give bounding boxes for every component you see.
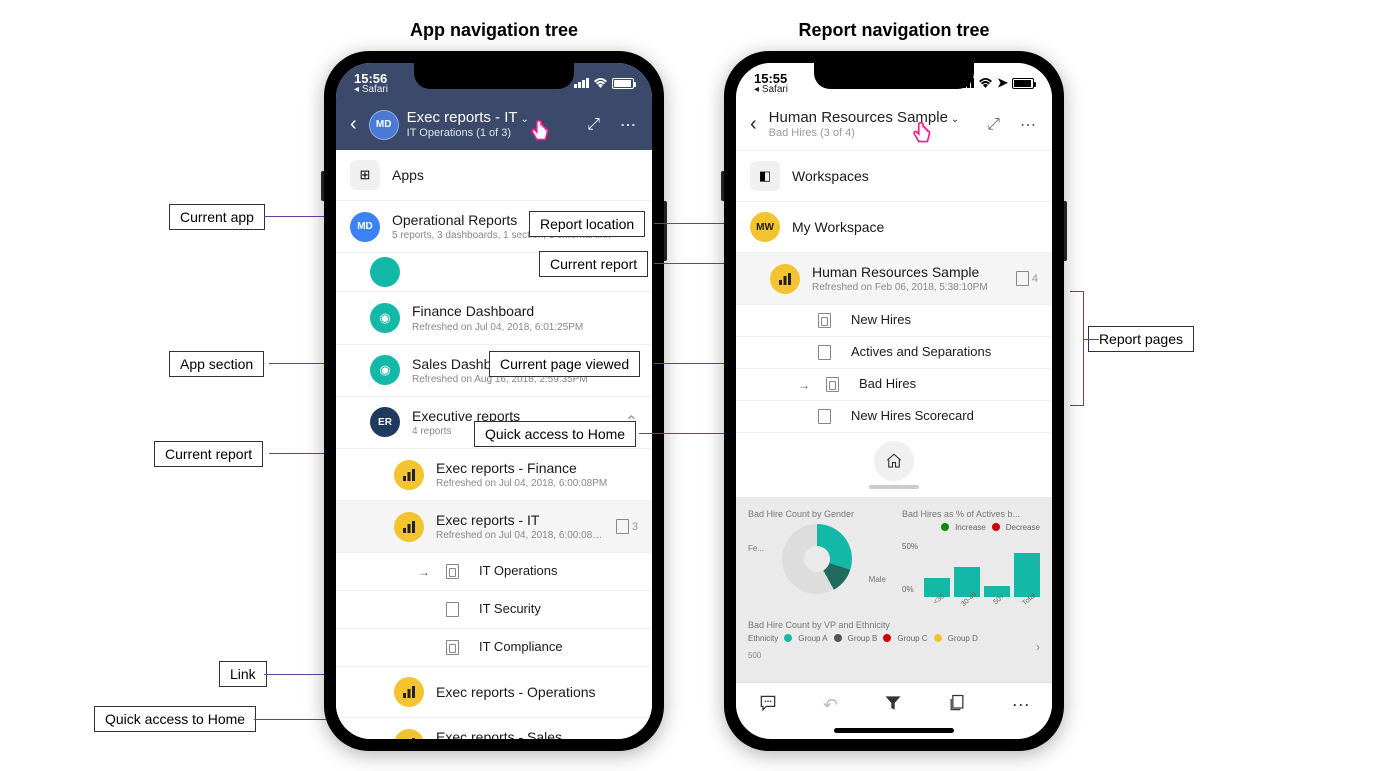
bottom-toolbar: ↶ ⋯: [736, 682, 1052, 724]
page-it-compliance[interactable]: IT Compliance: [336, 629, 652, 667]
callout-current-report-2: Current report: [539, 251, 648, 277]
report-header: ‹ Human Resources Sample⌄ Bad Hires (3 o…: [736, 103, 1052, 151]
dashboard-icon: [370, 257, 400, 287]
signal-icon: [574, 78, 589, 88]
chevron-down-icon: ⌄: [951, 114, 959, 125]
report-exec-it[interactable]: Exec reports - ITRefreshed on Jul 04, 20…: [336, 501, 652, 553]
callout-link: Link: [219, 661, 267, 687]
report-icon: [394, 460, 424, 490]
callout-line: [1084, 339, 1099, 340]
page-bad-hires[interactable]: → Bad Hires: [736, 369, 1052, 401]
dashboard-icon: ◉: [370, 355, 400, 385]
wifi-icon: [978, 76, 993, 91]
dashboard-icon: ◉: [370, 303, 400, 333]
app-avatar-icon: MD: [350, 212, 380, 242]
callout-quick-home-2: Quick access to Home: [474, 421, 636, 447]
workspaces-root-row[interactable]: ◧ Workspaces: [736, 151, 1052, 202]
page-count-icon: [616, 519, 629, 534]
back-to-safari[interactable]: ◂ Safari: [754, 85, 788, 95]
bracket: [1070, 291, 1084, 406]
section-icon: ER: [370, 407, 400, 437]
page-mobile-icon: [826, 377, 839, 392]
phone-frame-2: 15:55 ◂ Safari ➤ ‹: [724, 51, 1064, 751]
page-mobile-icon: [446, 640, 459, 655]
header-title-dropdown[interactable]: Exec reports - IT⌄ IT Operations (1 of 3…: [407, 109, 574, 140]
page-it-security[interactable]: IT Security: [336, 591, 652, 629]
callout-report-location: Report location: [529, 211, 645, 237]
callout-quick-home: Quick access to Home: [94, 706, 256, 732]
page-mobile-icon: [818, 313, 831, 328]
more-icon[interactable]: ⋯: [1014, 115, 1042, 135]
bar-chart: [924, 542, 1040, 597]
phone-frame-1: 15:56 ◂ Safari ‹ MD: [324, 51, 664, 751]
callout-report-pages: Report pages: [1088, 326, 1194, 352]
location-icon: ➤: [997, 75, 1008, 91]
current-arrow-icon: →: [798, 378, 810, 392]
page-new-hires[interactable]: New Hires: [736, 305, 1052, 337]
expand-icon[interactable]: ⤢: [981, 116, 1006, 134]
tile-vp-ethnicity[interactable]: Bad Hire Count by VP and Ethnicity Ethni…: [744, 616, 1044, 664]
report-icon: [770, 264, 800, 294]
dashboard-finance[interactable]: ◉ Finance DashboardRefreshed on Jul 04, …: [336, 292, 652, 344]
notch: [814, 63, 974, 89]
current-arrow-icon: →: [418, 565, 430, 579]
tile-more-icon[interactable]: ›: [1036, 556, 1040, 570]
pages-icon[interactable]: [947, 693, 967, 718]
report-hr-sample[interactable]: Human Resources SampleRefreshed on Feb 0…: [736, 253, 1052, 305]
workspaces-icon: ◧: [750, 161, 780, 191]
donut-chart: [782, 524, 852, 594]
column-title-1: App navigation tree: [410, 20, 578, 41]
wifi-icon: [593, 76, 608, 91]
page-icon: [446, 602, 459, 617]
expand-icon[interactable]: ⤢: [581, 116, 606, 134]
app-avatar: MD: [369, 110, 399, 140]
report-exec-sales[interactable]: Exec reports - SalesRefreshed on Aug 16,…: [336, 718, 652, 739]
report-exec-finance[interactable]: Exec reports - FinanceRefreshed on Jul 0…: [336, 449, 652, 501]
home-button[interactable]: [874, 441, 914, 481]
back-to-safari[interactable]: ◂ Safari: [354, 85, 388, 95]
sheet-handle[interactable]: [869, 485, 919, 489]
undo-icon[interactable]: ↶: [823, 695, 838, 716]
callout-current-report: Current report: [154, 441, 263, 467]
column-title-2: Report navigation tree: [798, 20, 989, 41]
back-button[interactable]: ‹: [346, 113, 361, 136]
home-indicator[interactable]: [834, 728, 954, 733]
report-icon: [394, 512, 424, 542]
callout-current-page: Current page viewed: [489, 351, 640, 377]
workspace-avatar-icon: MW: [750, 212, 780, 242]
app-header: ‹ MD Exec reports - IT⌄ IT Operations (1…: [336, 103, 652, 150]
report-icon: [394, 677, 424, 707]
page-icon: [818, 409, 831, 424]
page-new-hires-scorecard[interactable]: New Hires Scorecard: [736, 401, 1052, 433]
page-it-operations[interactable]: → IT Operations: [336, 553, 652, 591]
battery-icon: [612, 78, 634, 89]
page-mobile-icon: [446, 564, 459, 579]
workspace-my-workspace[interactable]: MW My Workspace: [736, 202, 1052, 253]
comment-icon[interactable]: [758, 693, 778, 718]
more-icon[interactable]: ⋯: [1012, 695, 1030, 716]
back-button[interactable]: ‹: [746, 113, 761, 136]
notch: [414, 63, 574, 89]
page-count-icon: [1016, 271, 1029, 286]
more-icon[interactable]: ⋯: [614, 115, 642, 135]
callout-current-app: Current app: [169, 204, 265, 230]
battery-icon: [1012, 78, 1034, 89]
apps-icon: ⊞: [350, 160, 380, 190]
tile-donut[interactable]: Bad Hire Count by Gender Fe... Male: [744, 505, 890, 608]
apps-root-row[interactable]: ⊞ Apps: [336, 150, 652, 201]
nav-tree-content[interactable]: ◧ Workspaces MW My Workspace Human Resou…: [736, 151, 1052, 682]
chevron-down-icon: ⌄: [521, 114, 529, 125]
filter-icon[interactable]: [883, 693, 903, 718]
header-title-dropdown[interactable]: Human Resources Sample⌄ Bad Hires (3 of …: [769, 109, 974, 140]
page-actives-separations[interactable]: Actives and Separations: [736, 337, 1052, 369]
report-icon: [394, 729, 424, 739]
tile-more-icon[interactable]: ›: [1036, 640, 1040, 654]
report-preview: Bad Hire Count by Gender Fe... Male Bad …: [736, 497, 1052, 682]
report-exec-operations[interactable]: Exec reports - Operations: [336, 667, 652, 718]
callout-app-section: App section: [169, 351, 264, 377]
page-icon: [818, 345, 831, 360]
tile-waterfall[interactable]: Bad Hires as % of Actives b... Increase …: [898, 505, 1044, 608]
